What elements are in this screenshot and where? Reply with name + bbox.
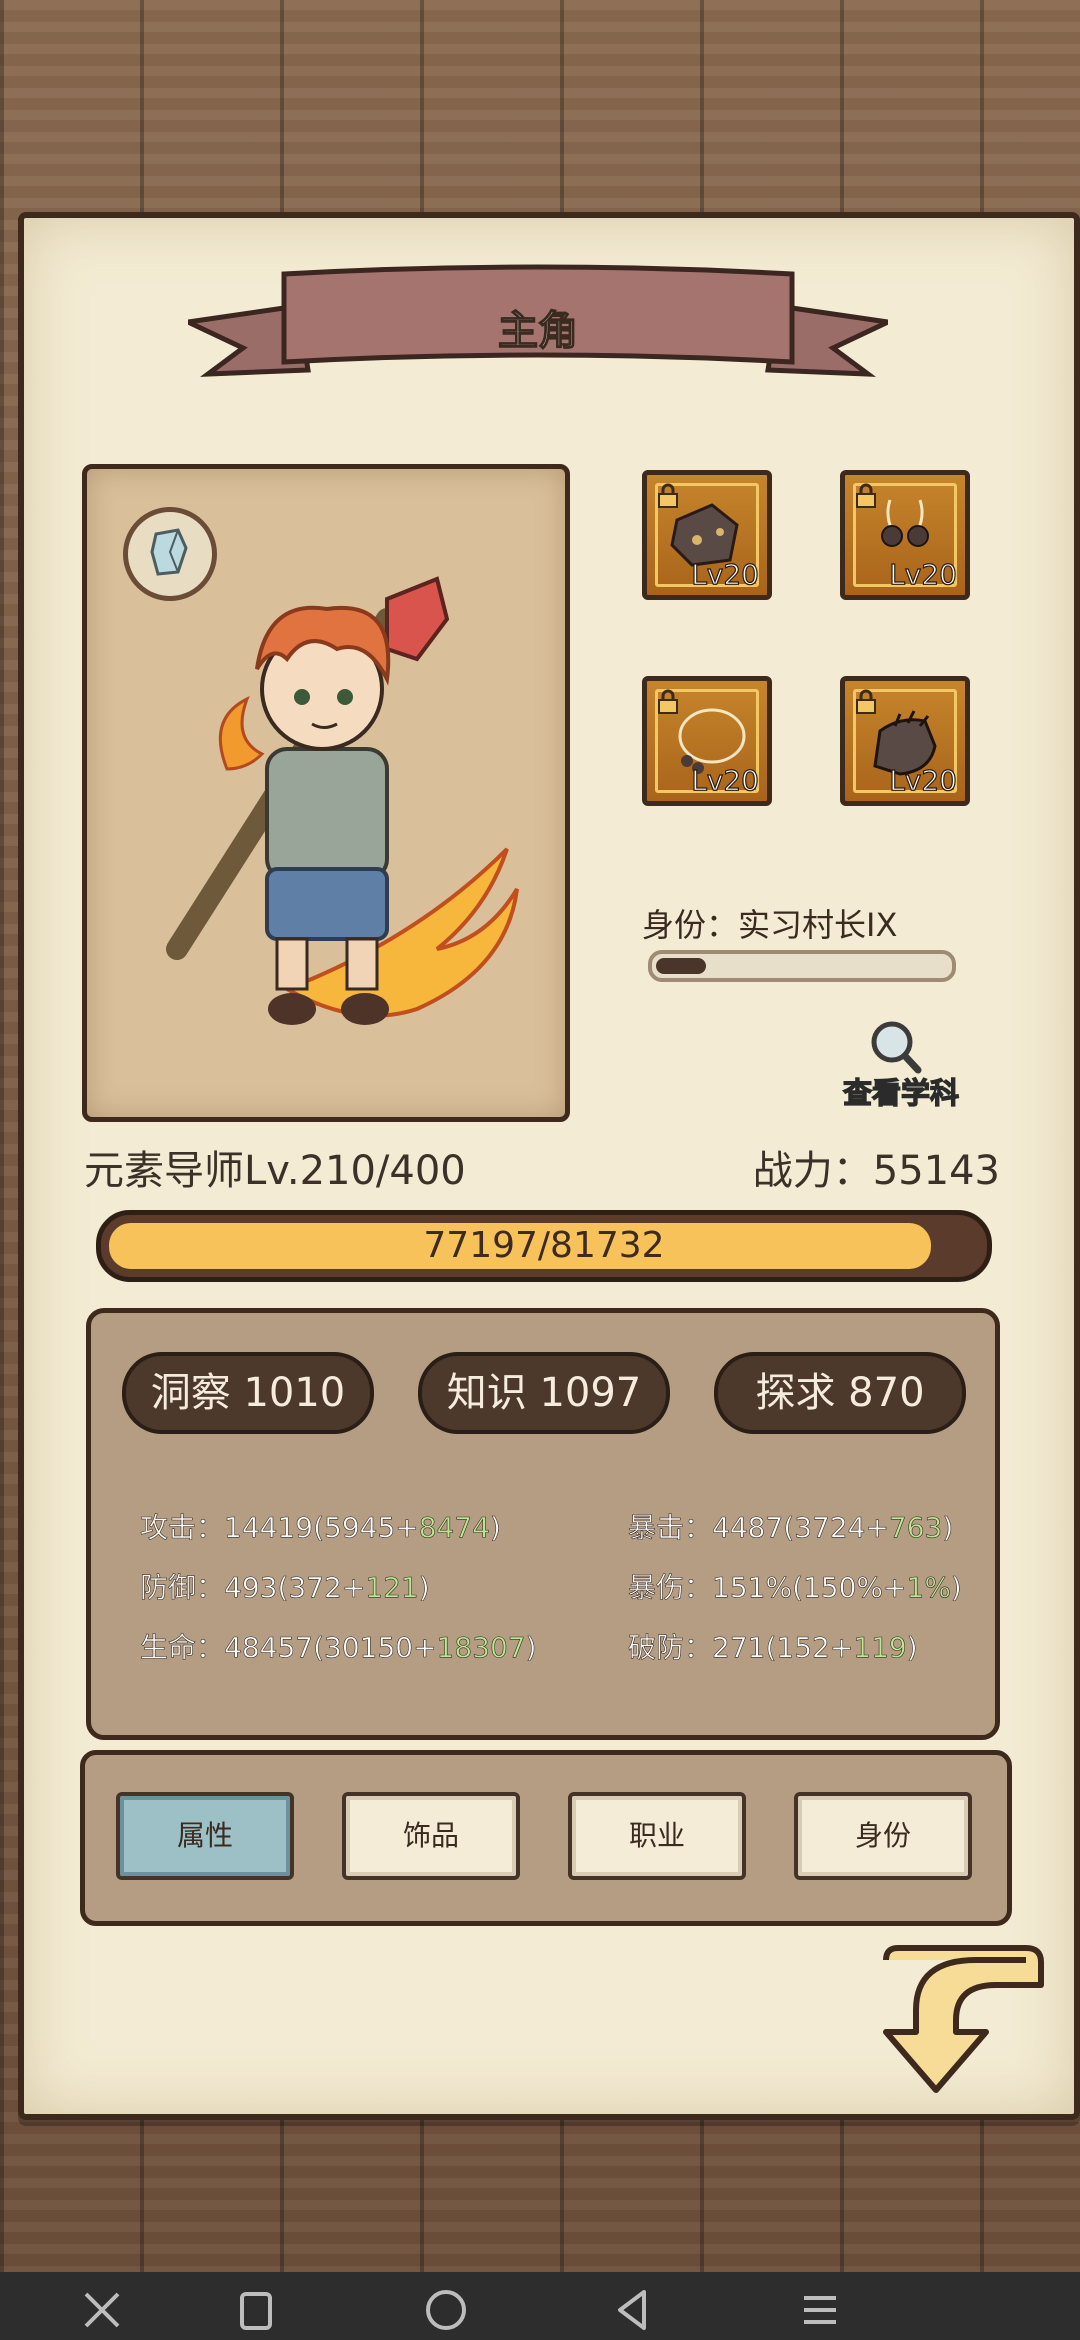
tab-accessories[interactable]: 饰品 — [342, 1792, 520, 1880]
close-icon[interactable] — [72, 2280, 132, 2340]
inquiry-attribute: 探求 870 — [714, 1352, 966, 1434]
equipment-slot-1[interactable]: Lv20 — [642, 470, 772, 600]
equipment-level: Lv20 — [691, 763, 760, 797]
stat-crit-damage: 暴伤：151%(150%+1%) — [628, 1571, 962, 1605]
back-nav-icon[interactable] — [604, 2280, 664, 2340]
system-navigation-bar — [0, 2272, 1080, 2340]
equipment-level: Lv20 — [691, 557, 760, 591]
home-icon[interactable] — [416, 2280, 476, 2340]
class-level: 元素导师Lv.210/400 — [84, 1148, 466, 1194]
combat-power: 战力：55143 — [752, 1148, 1000, 1194]
stat-hp: 生命：48457(30150+18307) — [140, 1631, 537, 1665]
stat-crit: 暴击：4487(3724+763) — [628, 1511, 954, 1545]
experience-bar: 77197/81732 — [96, 1210, 992, 1282]
tab-profession[interactable]: 职业 — [568, 1792, 746, 1880]
equipment-level: Lv20 — [889, 763, 958, 797]
knowledge-attribute: 知识 1097 — [418, 1352, 670, 1434]
menu-icon[interactable] — [790, 2280, 850, 2340]
view-subject-label: 查看学科 — [842, 1075, 959, 1110]
insight-attribute: 洞察 1010 — [122, 1352, 374, 1434]
identity-progress-bar — [648, 950, 956, 982]
identity-progress-fill — [656, 958, 706, 974]
back-button[interactable] — [876, 1940, 1052, 2098]
equipment-slot-3[interactable]: Lv20 — [642, 676, 772, 806]
stat-defense: 防御：493(372+121) — [140, 1571, 430, 1605]
tab-identity[interactable]: 身份 — [794, 1792, 972, 1880]
title-ribbon: 主角 — [188, 262, 888, 390]
character-portrait — [82, 464, 570, 1122]
back-arrow-icon — [883, 1945, 1044, 2093]
magnifier-icon — [871, 1021, 922, 1074]
hero-illustration-icon — [166, 576, 519, 1025]
stat-armor-break: 破防：271(152+119) — [628, 1631, 918, 1665]
equipment-slot-2[interactable]: Lv20 — [840, 470, 970, 600]
identity-label: 身份：实习村长IX — [642, 906, 898, 944]
view-subject-button[interactable]: 查看学科 — [836, 1018, 966, 1111]
equipment-slot-4[interactable]: Lv20 — [840, 676, 970, 806]
tab-attributes[interactable]: 属性 — [116, 1792, 294, 1880]
equipment-level: Lv20 — [889, 557, 958, 591]
experience-text: 77197/81732 — [423, 1225, 665, 1266]
stat-attack: 攻击：14419(5945+8474) — [140, 1511, 502, 1545]
recent-apps-icon[interactable] — [226, 2280, 286, 2340]
page-title: 主角 — [497, 307, 579, 355]
